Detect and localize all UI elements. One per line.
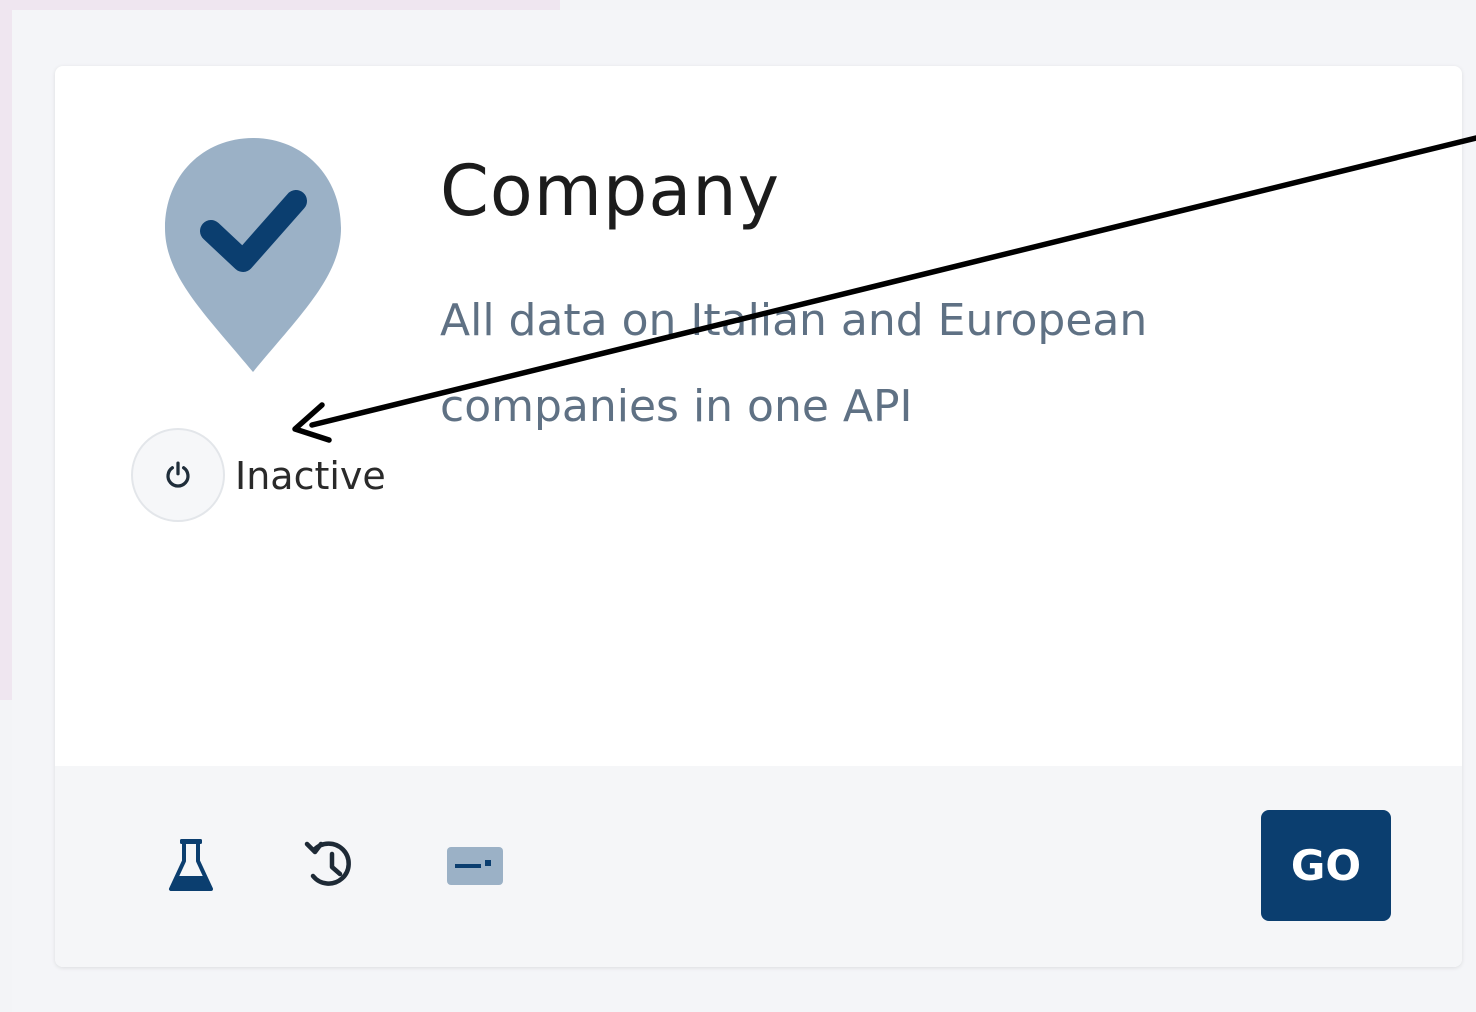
- card-icon[interactable]: [443, 838, 507, 894]
- card-title: Company: [440, 150, 781, 232]
- card-description: All data on Italian and European compani…: [440, 295, 1148, 432]
- status-toggle-button[interactable]: [131, 428, 225, 522]
- api-card: Company All data on Italian and European…: [55, 66, 1462, 967]
- card-icon-glyph: [447, 847, 503, 885]
- location-check-icon: [165, 138, 341, 372]
- history-icon[interactable]: [303, 834, 359, 896]
- status-label: Inactive: [235, 454, 386, 498]
- flask-icon[interactable]: [163, 834, 219, 896]
- power-icon: [166, 461, 190, 488]
- flask-icon-glyph: [169, 839, 213, 891]
- card-footer: [55, 766, 1462, 967]
- history-icon-glyph: [304, 841, 351, 886]
- go-button[interactable]: GO: [1261, 810, 1391, 921]
